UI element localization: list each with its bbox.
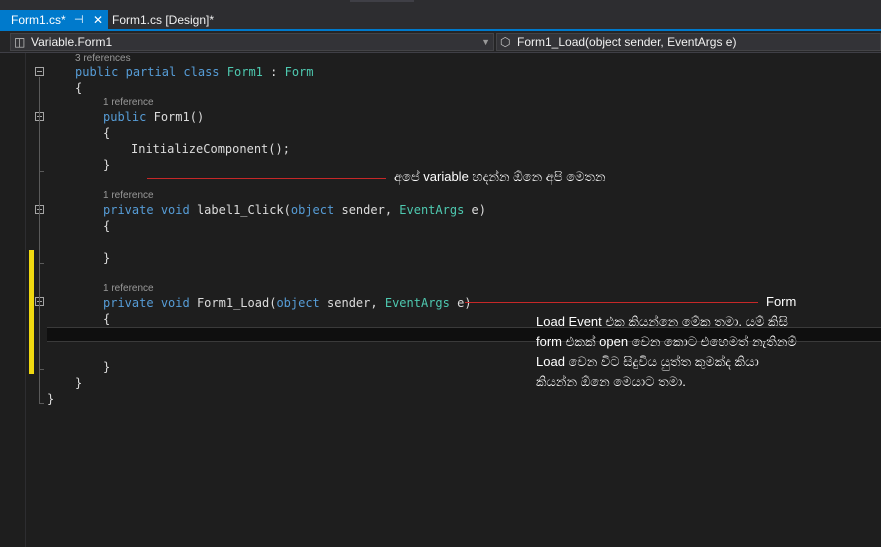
statement: InitializeComponent(); [131,142,290,156]
navigation-bar: ◫ Variable.Form1 ▼ ⬡ Form1_Load(object s… [0,31,881,53]
fold-guide-end [39,369,44,370]
keyword: partial [125,65,177,79]
method-icon: ⬡ [500,35,511,49]
namespace-icon: ◫ [14,35,26,49]
class-dropdown-value: Variable.Form1 [31,35,113,49]
code-editor[interactable]: 3 references public partial class Form1 … [0,53,881,547]
brace: } [47,392,55,406]
brace: } [103,251,111,265]
fold-guide-end [39,403,44,404]
brace: { [103,126,111,140]
variable-annotation: අපේ variable හදන්න ඕනෙ අපි මෙතන [394,169,606,184]
keyword: private [103,203,154,217]
tab-label: Form1.cs [Design]* [112,13,215,27]
type-name: Form1 [226,65,263,79]
parameter: e) [471,203,486,217]
member-dropdown-value: Form1_Load(object sender, EventArgs e) [517,35,737,49]
class-dropdown[interactable]: ◫ Variable.Form1 ▼ [10,33,494,51]
colon: : [270,65,278,79]
tab-form1-design[interactable]: Form1.cs [Design]* [112,10,214,31]
gutter-border [25,53,26,547]
keyword: void [160,203,190,217]
parameter: e) [457,296,472,310]
codelens-references[interactable]: 1 reference [103,97,154,109]
keyword: object [276,296,320,310]
member-dropdown[interactable]: ⬡ Form1_Load(object sender, EventArgs e) [496,33,881,51]
codelens-references[interactable]: 1 reference [103,190,154,202]
type-name: EventArgs [384,296,450,310]
annotation-pointer-line [147,178,386,179]
pin-icon[interactable]: ⊣ [74,10,84,31]
brace: { [75,81,83,95]
annotation-line: form එකක් open වෙන කොට එහෙමත් නැතිනම් [536,334,797,349]
keyword: object [290,203,335,217]
window-notch [350,0,414,2]
constructor-signature: public Form1() [103,109,204,125]
base-type: Form [284,65,314,79]
brace: { [103,219,111,233]
fold-guide-end [39,171,44,172]
keyword: public [103,110,147,124]
annotation-line: කියන්න ඕනෙ මෙයාට තමා. [536,374,686,389]
method-name: Form1_Load( [196,296,277,310]
collapse-class-icon[interactable] [35,67,44,76]
tab-form1-cs[interactable]: Form1.cs* ⊣ ✕ [0,10,108,31]
brace: { [103,312,111,326]
method-name: Form1() [153,110,205,124]
brace: } [103,158,111,172]
method-name: label1_Click( [196,203,291,217]
fold-guide [39,307,40,369]
brace: } [75,376,83,390]
change-indicator [29,250,34,374]
keyword: public [75,65,119,79]
annotation-line: Load Event එක කියන්නෙ මේක තමා. යම් කිසි [536,314,788,329]
tab-label: Form1.cs* [11,13,66,27]
document-tab-bar: Form1.cs* ⊣ ✕ Form1.cs [Design]* [0,10,881,31]
parameter: sender, [327,296,378,310]
brace: } [103,360,111,374]
form-annotation: Form [766,294,797,309]
click-handler-signature: private void label1_Click(object sender,… [103,202,486,218]
fold-guide-end [39,263,44,264]
codelens-references[interactable]: 1 reference [103,283,154,295]
title-strip [0,0,881,10]
chevron-down-icon[interactable]: ▼ [481,34,490,50]
line-gutter [0,53,26,547]
close-icon[interactable]: ✕ [93,10,103,31]
class-declaration: public partial class Form1 : Form [75,64,314,80]
parameter: sender, [341,203,393,217]
fold-guide [39,122,40,171]
fold-guide [39,215,40,263]
keyword: void [160,296,190,310]
load-event-annotation: Load Event එක කියන්නෙ මේක තමා. යම් කිසි … [536,312,836,392]
load-handler-signature: private void Form1_Load(object sender, E… [103,295,472,311]
keyword: private [103,296,154,310]
keyword: class [183,65,220,79]
type-name: EventArgs [399,203,465,217]
annotation-pointer-line [465,302,758,303]
annotation-line: Load වෙන විට සිදුවිය යුත්ත කුමක්ද කියා [536,354,759,369]
